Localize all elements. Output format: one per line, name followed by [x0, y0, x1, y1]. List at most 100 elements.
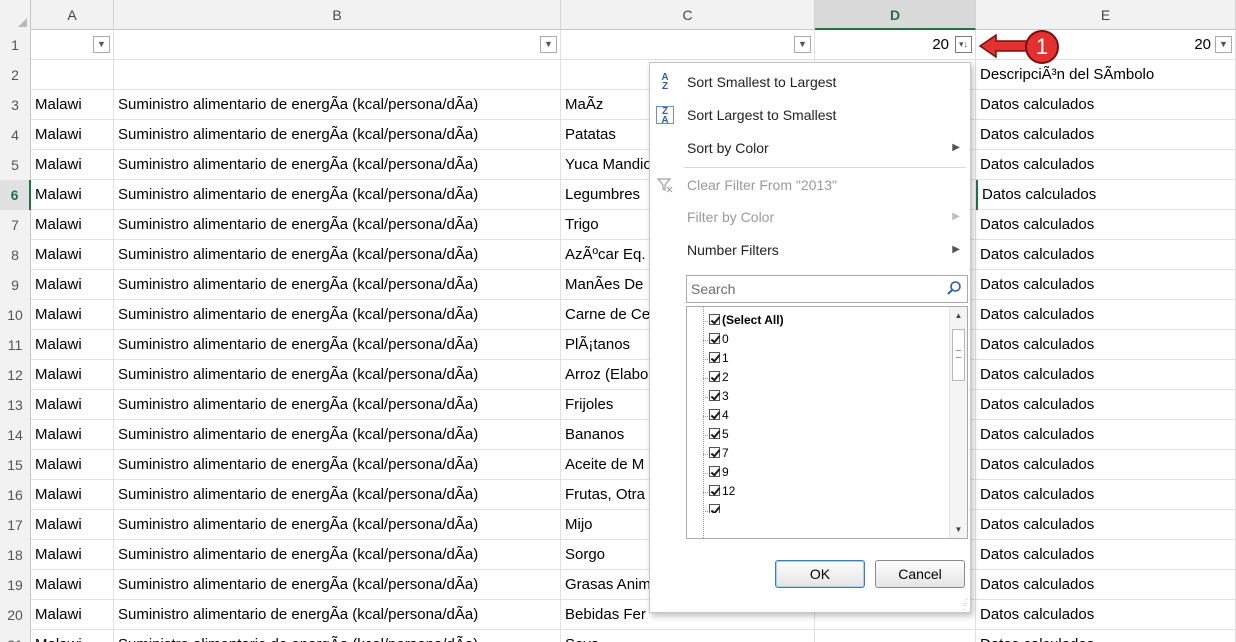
filter-value-select-all[interactable]: (Select All)	[709, 311, 784, 330]
cell-item[interactable]: Suministro alimentario de energÃ­a (kcal…	[114, 450, 561, 480]
row-number[interactable]: 4	[0, 120, 31, 150]
sort-ascending-item[interactable]: AZ Sort Smallest to Largest	[650, 67, 970, 97]
row-number[interactable]: 2	[0, 60, 31, 90]
row-number[interactable]: 21	[0, 630, 31, 642]
cell-b1[interactable]: ▼	[114, 30, 561, 60]
column-header-d[interactable]: D	[815, 0, 976, 30]
cell-item[interactable]: Suministro alimentario de energÃ­a (kcal…	[114, 480, 561, 510]
cell-item[interactable]: Suministro alimentario de energÃ­a (kcal…	[114, 390, 561, 420]
filter-value-item[interactable]: 4	[709, 406, 729, 425]
cell-description[interactable]: Datos calculados	[976, 330, 1236, 360]
cell-item[interactable]: Suministro alimentario de energÃ­a (kcal…	[114, 300, 561, 330]
cell-item[interactable]: Suministro alimentario de energÃ­a (kcal…	[114, 360, 561, 390]
row-number[interactable]: 20	[0, 600, 31, 630]
cell-description[interactable]: Datos calculados	[976, 540, 1236, 570]
cell-country[interactable]: Malawi	[31, 150, 114, 180]
cell-item[interactable]: Suministro alimentario de energÃ­a (kcal…	[114, 120, 561, 150]
cell-country[interactable]: Malawi	[31, 210, 114, 240]
filter-value-item[interactable]: 1	[709, 349, 729, 368]
filter-dropdown-a[interactable]: ▼	[93, 36, 110, 53]
filter-value-item[interactable]: 7	[709, 444, 729, 463]
cell-item[interactable]: Suministro alimentario de energÃ­a (kcal…	[114, 540, 561, 570]
cell-country[interactable]: Malawi	[31, 240, 114, 270]
select-all-corner[interactable]	[0, 0, 31, 30]
cell-c1[interactable]: ▼	[561, 30, 815, 60]
number-filters-item[interactable]: Number Filters ▶	[650, 235, 970, 265]
column-header-a[interactable]: A	[31, 0, 114, 30]
cell-description[interactable]: Datos calculados	[976, 270, 1236, 300]
cell-product[interactable]: Soya	[561, 630, 815, 642]
row-number[interactable]: 13	[0, 390, 31, 420]
cell-item[interactable]: Suministro alimentario de energÃ­a (kcal…	[114, 510, 561, 540]
filter-search-box[interactable]: Search	[686, 275, 968, 303]
filter-value-list[interactable]: (Select All) 0 1 2 3 4 5 7 9 12 ▲ ▼	[686, 306, 968, 539]
cell-description[interactable]: Datos calculados	[976, 90, 1236, 120]
row-number[interactable]: 11	[0, 330, 31, 360]
row-number[interactable]: 6	[0, 180, 31, 210]
cell-a1[interactable]: ▼	[31, 30, 114, 60]
cell-description[interactable]: Datos calculados	[976, 210, 1236, 240]
sort-descending-item[interactable]: ZA Sort Largest to Smallest	[650, 100, 970, 130]
cell-country[interactable]: Malawi	[31, 540, 114, 570]
cell-country[interactable]: Malawi	[31, 360, 114, 390]
filter-dropdown-c[interactable]: ▼	[794, 36, 811, 53]
row-number[interactable]: 15	[0, 450, 31, 480]
cell-country[interactable]: Malawi	[31, 570, 114, 600]
checkbox-checked-icon[interactable]	[709, 314, 720, 325]
cell-country[interactable]: Malawi	[31, 630, 114, 642]
row-number[interactable]: 19	[0, 570, 31, 600]
checkbox-checked-icon[interactable]	[709, 333, 720, 344]
checkbox-checked-icon[interactable]	[709, 390, 720, 401]
cell-item[interactable]: Suministro alimentario de energÃ­a (kcal…	[114, 270, 561, 300]
row-number[interactable]: 17	[0, 510, 31, 540]
cell-a2[interactable]	[31, 60, 114, 90]
cell-country[interactable]: Malawi	[31, 300, 114, 330]
cell-country[interactable]: Malawi	[31, 480, 114, 510]
cell-item[interactable]: Suministro alimentario de energÃ­a (kcal…	[114, 150, 561, 180]
filter-value-item-partial[interactable]	[709, 501, 722, 513]
checkbox-checked-icon[interactable]	[709, 428, 720, 439]
cell-item[interactable]: Suministro alimentario de energÃ­a (kcal…	[114, 90, 561, 120]
cell-description[interactable]: Datos calculados	[976, 480, 1236, 510]
cell-b2[interactable]	[114, 60, 561, 90]
cell-country[interactable]: Malawi	[31, 510, 114, 540]
row-number[interactable]: 8	[0, 240, 31, 270]
ok-button[interactable]: OK	[775, 560, 865, 588]
cell-item[interactable]: Suministro alimentario de energÃ­a (kcal…	[114, 420, 561, 450]
filter-dropdown-d[interactable]: ▾↓	[955, 36, 972, 53]
row-number[interactable]: 16	[0, 480, 31, 510]
checkbox-checked-icon[interactable]	[709, 485, 720, 496]
column-header-c[interactable]: C	[561, 0, 815, 30]
row-number[interactable]: 7	[0, 210, 31, 240]
filter-value-item[interactable]: 5	[709, 425, 729, 444]
cell-description[interactable]: Datos calculados	[976, 420, 1236, 450]
cell-description[interactable]: Datos calculados	[976, 360, 1236, 390]
clear-filter-item[interactable]: Clear Filter From "2013"	[650, 170, 970, 200]
row-number[interactable]: 18	[0, 540, 31, 570]
filter-value-item[interactable]: 12	[709, 482, 735, 501]
checkbox-checked-icon[interactable]	[709, 447, 720, 458]
checkbox-checked-icon[interactable]	[709, 466, 720, 477]
cell-description[interactable]: Datos calculados	[976, 390, 1236, 420]
cancel-button[interactable]: Cancel	[875, 560, 965, 588]
column-header-b[interactable]: B	[114, 0, 561, 30]
cell-item[interactable]: Suministro alimentario de energÃ­a (kcal…	[114, 240, 561, 270]
cell-country[interactable]: Malawi	[31, 390, 114, 420]
filter-dropdown-e[interactable]: ▼	[1215, 36, 1232, 53]
column-header-e[interactable]: E	[976, 0, 1236, 30]
checkbox-checked-icon[interactable]	[709, 371, 720, 382]
row-number[interactable]: 5	[0, 150, 31, 180]
cell-e2[interactable]: DescripciÃ³n del SÃ­mbolo	[976, 60, 1236, 90]
row-number[interactable]: 1	[0, 30, 31, 60]
cell-description[interactable]: Datos calculados	[976, 600, 1236, 630]
cell-country[interactable]: Malawi	[31, 180, 114, 210]
cell-item[interactable]: Suministro alimentario de energÃ­a (kcal…	[114, 210, 561, 240]
cell-description[interactable]: Datos calculados	[976, 150, 1236, 180]
cell-item[interactable]: Suministro alimentario de energÃ­a (kcal…	[114, 600, 561, 630]
cell-description[interactable]: Datos calculados	[976, 300, 1236, 330]
cell-country[interactable]: Malawi	[31, 330, 114, 360]
list-scrollbar[interactable]: ▲ ▼	[949, 307, 967, 538]
cell-country[interactable]: Malawi	[31, 450, 114, 480]
checkbox-checked-icon[interactable]	[709, 352, 720, 363]
cell-description[interactable]: Datos calculados	[976, 630, 1236, 642]
